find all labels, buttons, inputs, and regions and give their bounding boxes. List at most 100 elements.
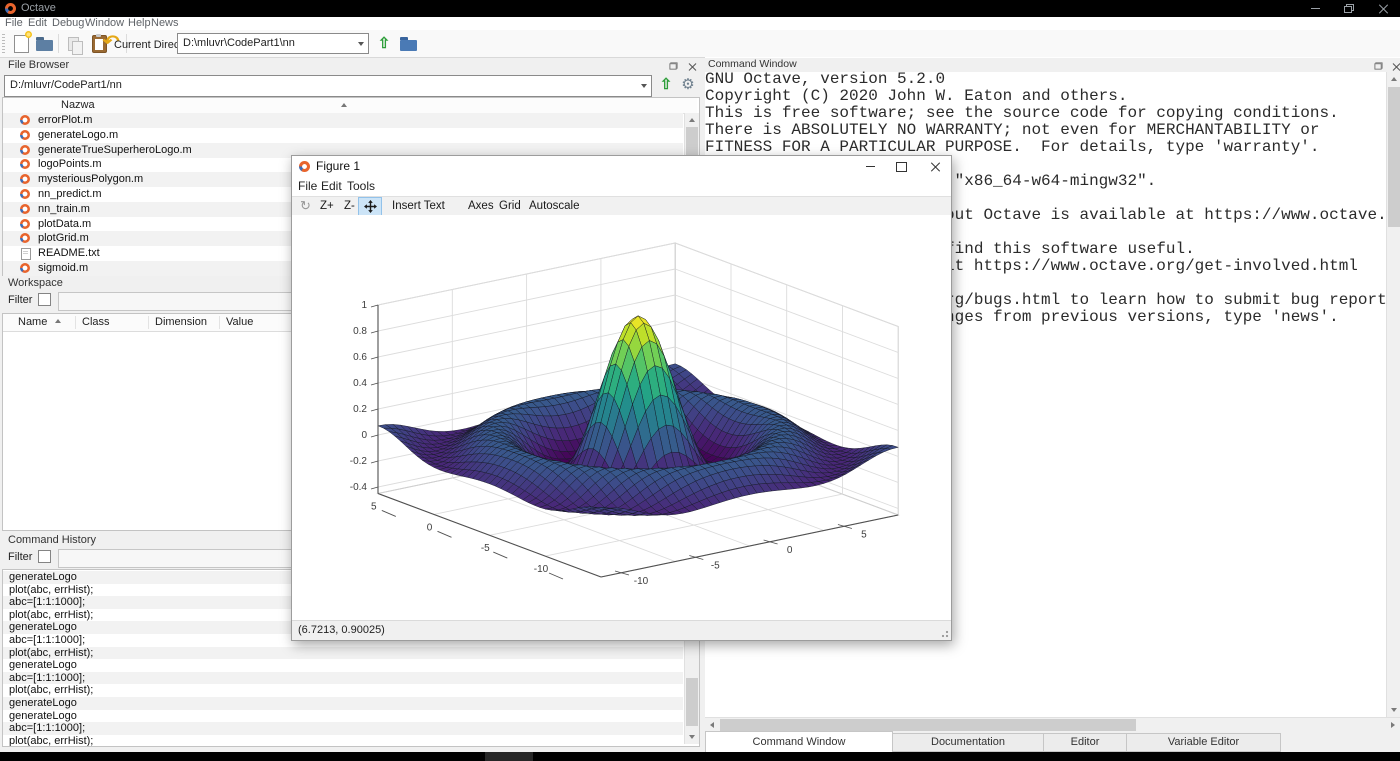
tab-editor[interactable]: Editor <box>1043 733 1127 752</box>
scroll-down-button[interactable] <box>1387 703 1400 717</box>
windows-taskbar[interactable] <box>0 752 1400 761</box>
scrollbar-thumb[interactable] <box>720 719 1136 731</box>
console-line: FITNESS FOR A PARTICULAR PURPOSE. For de… <box>705 138 1320 156</box>
workspace-title: Workspace <box>8 277 63 289</box>
restore-button[interactable] <box>1332 0 1366 17</box>
history-entry[interactable]: generateLogo <box>3 659 683 672</box>
file-name: mysteriousPolygon.m <box>38 173 144 186</box>
command-window-hscrollbar[interactable] <box>705 717 1400 732</box>
history-entry[interactable]: abc=[1:1:1000]; <box>3 671 683 685</box>
undock-widget-button[interactable] <box>666 60 680 72</box>
octave-script-icon <box>20 159 30 170</box>
file-row[interactable]: errorPlot.m <box>3 113 683 128</box>
figure-menu-file[interactable]: File <box>298 179 317 193</box>
taskbar-item[interactable] <box>485 752 533 761</box>
toolbar-drag-handle[interactable] <box>2 34 5 53</box>
workspace-filter-checkbox[interactable] <box>38 293 51 306</box>
tab-command-window[interactable]: Command Window <box>705 731 893 752</box>
figure-window: Figure 1 File Edit Tools ↻ Z+ Z- Insert Te… <box>291 155 952 641</box>
rotate-tool-icon[interactable]: ↻ <box>300 198 311 213</box>
menu-help[interactable]: Help <box>128 17 151 29</box>
history-filter-checkbox[interactable] <box>38 550 51 563</box>
figure-maximize-button[interactable] <box>886 156 916 177</box>
fb-directory-up-button[interactable]: ⇧ <box>655 74 677 95</box>
workspace-filter-label: Filter <box>8 294 33 306</box>
resize-grip[interactable] <box>939 628 949 638</box>
scroll-left-button[interactable] <box>705 718 719 732</box>
figure-canvas[interactable]: -10 -5 0 5 5 0 -5 -10 1 0.8 0.6 0.4 0.2 0 -0.2 -0.4 <box>292 215 951 620</box>
file-list-column-header[interactable]: Nazwa <box>3 98 697 114</box>
zoom-in-button[interactable]: Z+ <box>320 198 334 214</box>
close-widget-button[interactable] <box>1389 60 1400 72</box>
history-text: abc=[1:1:1000]; <box>9 596 86 609</box>
dock-tab-bar: Command Window Documentation Editor Variabl… <box>705 731 1400 752</box>
tab-variable-editor[interactable]: Variable Editor <box>1126 733 1281 752</box>
cursor-coordinates: (6.7213, 0.90025) <box>298 624 385 636</box>
figure-close-button[interactable] <box>920 156 950 177</box>
browse-directories-button[interactable] <box>397 33 419 54</box>
col-value[interactable]: Value <box>226 316 253 328</box>
menu-file[interactable]: File <box>5 17 23 29</box>
grid-button[interactable]: Grid <box>499 198 521 214</box>
menu-debug[interactable]: Debug <box>52 17 84 29</box>
history-entry[interactable]: plot(abc, errHist); <box>3 646 683 660</box>
file-name: sigmoid.m <box>38 262 89 274</box>
directory-up-button[interactable]: ⇧ <box>373 33 395 54</box>
pan-tool-button-selected[interactable] <box>358 197 382 216</box>
file-name: nn_predict.m <box>38 188 102 200</box>
file-name: generateTrueSuperheroLogo.m <box>38 143 192 156</box>
minimize-button[interactable] <box>1298 0 1332 17</box>
scroll-right-button[interactable] <box>1386 718 1400 732</box>
open-file-button[interactable] <box>33 33 55 54</box>
tab-documentation[interactable]: Documentation <box>892 733 1044 752</box>
octave-script-icon <box>20 189 30 199</box>
figure-menu-edit[interactable]: Edit <box>321 179 342 193</box>
command-window-vscrollbar[interactable] <box>1386 72 1400 717</box>
folder-icon <box>399 37 417 51</box>
close-widget-button[interactable] <box>685 60 699 72</box>
menu-window[interactable]: Window <box>85 17 124 29</box>
file-name: logoPoints.m <box>38 158 102 171</box>
history-entry[interactable]: abc=[1:1:1000]; <box>3 722 683 735</box>
history-entry[interactable]: generateLogo <box>3 710 683 723</box>
history-entry[interactable]: plot(abc, errHist); <box>3 684 683 697</box>
column-name-label: Nazwa <box>61 99 95 111</box>
fb-settings-button[interactable]: ⚙ <box>677 74 699 95</box>
sort-ascending-icon <box>341 103 347 107</box>
history-entry[interactable]: plot(abc, errHist); <box>3 735 683 746</box>
zoom-out-button[interactable]: Z- <box>344 198 355 214</box>
axes-button[interactable]: Axes <box>468 198 494 214</box>
scroll-down-button[interactable] <box>685 730 699 744</box>
current-directory-combobox[interactable]: D:\mluvr\CodePart1\nn <box>177 33 369 54</box>
figure-menu-tools[interactable]: Tools <box>347 179 375 193</box>
menu-news[interactable]: News <box>151 17 179 29</box>
col-class[interactable]: Class <box>82 316 110 328</box>
close-button[interactable] <box>1366 0 1400 17</box>
col-dimension[interactable]: Dimension <box>155 316 207 328</box>
scrollbar-thumb[interactable] <box>1388 87 1400 227</box>
chevron-down-icon[interactable] <box>641 84 647 88</box>
figure-minimize-button[interactable] <box>855 156 885 177</box>
scroll-up-button[interactable] <box>1387 72 1400 86</box>
svg-text:-0.2: -0.2 <box>350 456 368 467</box>
new-script-button[interactable] <box>10 30 32 54</box>
menu-edit[interactable]: Edit <box>28 17 47 29</box>
chevron-down-icon[interactable] <box>358 41 364 46</box>
insert-text-button[interactable]: Insert Text <box>392 198 445 214</box>
file-browser-path-combobox[interactable]: D:/mluvr/CodePart1/nn <box>4 75 652 97</box>
file-row[interactable]: generateLogo.m <box>3 128 683 143</box>
console-line: There is ABSOLUTELY NO WARRANTY; not eve… <box>705 121 1320 139</box>
copy-button[interactable] <box>62 33 84 55</box>
history-text: generateLogo <box>9 709 77 722</box>
command-history-title: Command History <box>8 534 97 546</box>
col-name[interactable]: Name <box>18 316 47 328</box>
history-entry[interactable]: generateLogo <box>3 697 683 710</box>
history-text: plot(abc, errHist); <box>9 684 94 697</box>
history-text: plot(abc, errHist); <box>9 646 94 659</box>
scrollbar-thumb[interactable] <box>686 678 698 726</box>
surface-plot[interactable]: -10 -5 0 5 5 0 -5 -10 1 0.8 0.6 0.4 0.2 0 -0.2 -0.4 <box>292 215 951 620</box>
command-window-title: Command Window <box>708 58 797 70</box>
autoscale-button[interactable]: Autoscale <box>529 198 580 214</box>
scroll-up-button[interactable] <box>685 113 699 127</box>
svg-text:0: 0 <box>787 545 793 556</box>
